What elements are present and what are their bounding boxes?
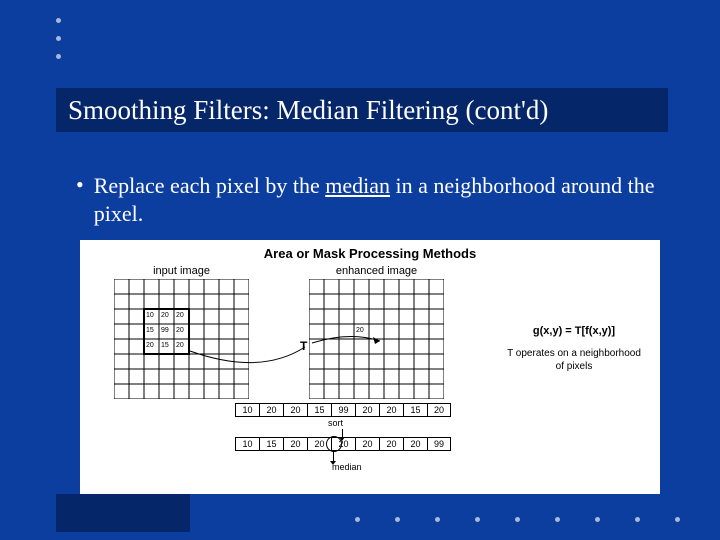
output-value: 20 <box>356 327 364 334</box>
input-grid: 10 20 20 15 99 20 20 15 20 <box>114 279 249 399</box>
bullet-underlined: median <box>325 173 390 198</box>
median-label: median <box>332 462 362 472</box>
output-grid-svg <box>309 279 444 399</box>
nb-val: 99 <box>161 327 169 334</box>
unsorted-cell: 10 <box>235 403 259 417</box>
unsorted-cell: 20 <box>379 403 403 417</box>
input-label: input image <box>153 265 210 277</box>
sorted-cell: 20 <box>283 437 307 451</box>
nb-val: 20 <box>176 312 184 319</box>
output-label: enhanced image <box>336 265 417 277</box>
median-arrow-icon <box>333 451 334 461</box>
slide-title: Smoothing Filters: Median Filtering (con… <box>68 95 548 126</box>
bullet-text: Replace each pixel by the median in a ne… <box>94 172 656 227</box>
figure-title: Area or Mask Processing Methods <box>80 246 660 261</box>
unsorted-cell: 15 <box>307 403 331 417</box>
nb-val: 15 <box>146 327 154 334</box>
equation-sub: T operates on a neighborhood of pixels <box>504 347 644 373</box>
equation-column: g(x,y) = T[f(x,y)] T operates on a neigh… <box>504 291 644 373</box>
nb-val: 15 <box>161 342 169 349</box>
slide-title-bar: Smoothing Filters: Median Filtering (con… <box>56 88 668 132</box>
figure-row: input image <box>80 261 660 399</box>
sorted-row: 10 15 20 20 20 20 20 20 99 <box>235 437 451 451</box>
output-grid: 20 <box>309 279 444 399</box>
figure-panel: Area or Mask Processing Methods input im… <box>80 240 660 494</box>
t-operator-label: T <box>300 339 307 353</box>
bullet-point: • Replace each pixel by the median in a … <box>76 172 656 227</box>
sorted-cell: 20 <box>403 437 427 451</box>
sorted-cell: 99 <box>427 437 451 451</box>
unsorted-cell: 20 <box>355 403 379 417</box>
bullet-pre: Replace each pixel by the <box>94 173 326 198</box>
output-image-column: enhanced image <box>309 265 444 399</box>
input-grid-svg <box>114 279 249 399</box>
unsorted-cell: 20 <box>427 403 451 417</box>
nb-val: 20 <box>176 342 184 349</box>
sort-label: sort <box>328 418 343 428</box>
median-circle-icon <box>326 436 342 452</box>
sorted-cell: 20 <box>355 437 379 451</box>
equation: g(x,y) = T[f(x,y)] <box>504 325 644 337</box>
nb-val: 20 <box>176 327 184 334</box>
unsorted-cell: 20 <box>283 403 307 417</box>
sort-area: 10 20 20 15 99 20 20 15 20 sort 10 15 20… <box>80 399 660 469</box>
decorative-dots-vertical <box>56 18 61 59</box>
unsorted-cell: 15 <box>403 403 427 417</box>
decorative-bottom-strip <box>56 494 190 532</box>
nb-val: 10 <box>146 312 154 319</box>
input-image-column: input image <box>114 265 249 399</box>
sorted-cell: 20 <box>379 437 403 451</box>
sorted-cell: 15 <box>259 437 283 451</box>
nb-val: 20 <box>161 312 169 319</box>
unsorted-row: 10 20 20 15 99 20 20 15 20 <box>235 403 451 417</box>
sort-arrow-icon <box>342 429 343 437</box>
bullet-icon: • <box>76 172 84 227</box>
decorative-dots-horizontal <box>355 517 680 522</box>
unsorted-cell: 99 <box>331 403 355 417</box>
unsorted-cell: 20 <box>259 403 283 417</box>
sorted-cell: 10 <box>235 437 259 451</box>
nb-val: 20 <box>146 342 154 349</box>
